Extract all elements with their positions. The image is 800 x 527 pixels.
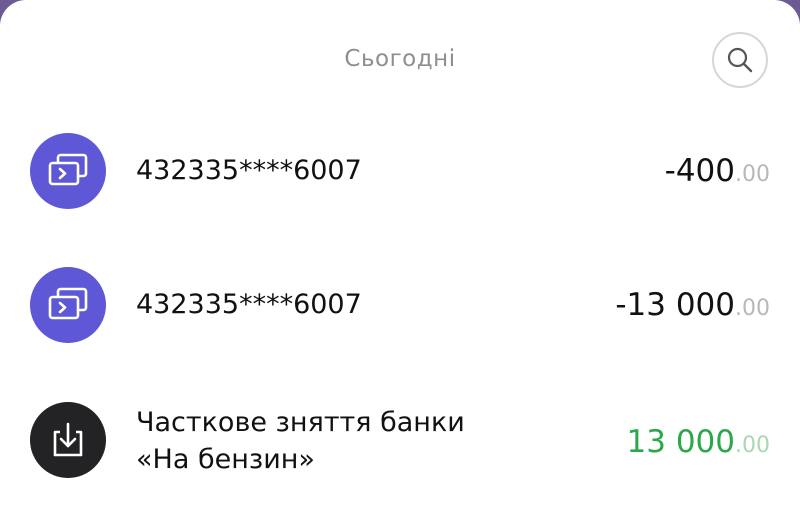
transaction-avatar	[30, 267, 106, 343]
transactions-sheet: Сьогодні 432335****6007 -400.00 432335**…	[0, 0, 800, 527]
transaction-subtitle: «На бензин»	[136, 444, 315, 475]
search-icon	[727, 47, 753, 73]
amount-main: -400	[664, 153, 735, 189]
jar-withdraw-icon	[53, 422, 83, 457]
transaction-title: 432335****6007	[136, 155, 362, 186]
amount-cents: .00	[735, 162, 770, 187]
transaction-row[interactable]: Часткове зняття банки «На бензин» 13 000…	[0, 397, 800, 487]
card-transfer-icon	[48, 287, 88, 320]
transaction-amount: -400.00	[665, 153, 770, 193]
amount-main: 13 000	[626, 424, 735, 460]
transaction-avatar	[30, 133, 106, 209]
amount-cents: .00	[735, 296, 770, 321]
search-button[interactable]	[712, 32, 768, 88]
amount-main: -13 000	[615, 287, 735, 323]
transaction-title: 432335****6007	[136, 289, 362, 320]
date-label: Сьогодні	[344, 46, 456, 72]
transaction-amount: 13 000.00	[627, 424, 770, 464]
transaction-avatar	[30, 402, 106, 478]
transaction-title: Часткове зняття банки	[136, 407, 465, 438]
amount-cents: .00	[735, 433, 770, 458]
transaction-row[interactable]: 432335****6007 -13 000.00	[0, 262, 800, 352]
transaction-amount: -13 000.00	[615, 287, 770, 327]
card-transfer-icon	[48, 153, 88, 186]
transaction-row[interactable]: 432335****6007 -400.00	[0, 128, 800, 218]
date-header: Сьогодні	[0, 30, 800, 90]
